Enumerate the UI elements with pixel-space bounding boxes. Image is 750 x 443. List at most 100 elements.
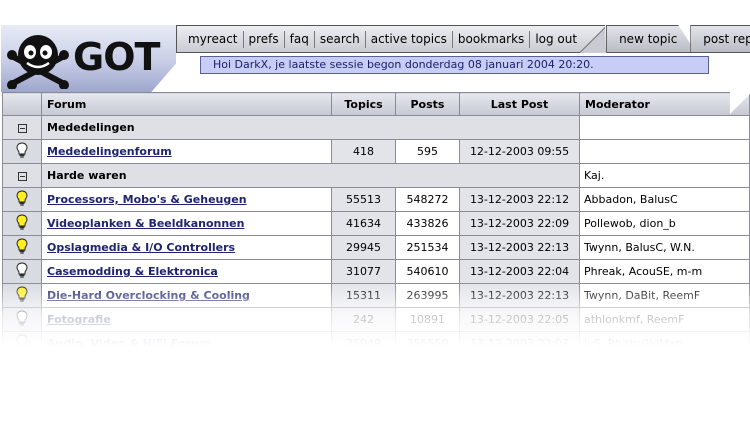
user-menu: myreact prefs faq search active topics b… [176,25,606,53]
lightbulb-off-icon [2,331,42,352]
forum-posts: 263995 [395,283,460,308]
forum-link[interactable]: Opslagmedia & I/O Controllers [47,241,235,254]
forum-name-cell: Processors, Mobo's & Geheugen [41,187,332,212]
collapse-icon[interactable] [17,171,27,181]
nav-active-topics[interactable]: active topics [365,31,452,48]
forum-last-post[interactable]: 13-12-2003 22:09 [459,211,580,236]
forum-link[interactable]: Mededelingenforum [47,145,172,158]
forum-name-cell: Mededelingenforum [41,139,332,164]
table-header-row: Forum Topics Posts Last Post Moderator [2,92,750,116]
category-toggle[interactable] [2,163,42,188]
forum-moderator: Abbadon, BalusC [579,187,750,212]
forum-posts: 10891 [395,307,460,332]
header-forum: Forum [41,92,332,116]
forum-topics: 35949 [331,331,396,352]
logo-wordmark: GOT [73,35,160,79]
forum-last-post[interactable]: 12-12-2003 09:55 [459,139,580,164]
forum-posts: 251534 [395,235,460,260]
header-moderator: Moderator [579,92,750,116]
forum-moderator: athlonkmf, ReemF [579,307,750,332]
forum-topics: 41634 [331,211,396,236]
lightbulb-on-icon [2,283,42,308]
forum-last-post[interactable]: 13-12-2003 22:13 [459,283,580,308]
forum-row: Processors, Mobo's & Geheugen 55513 548272… [2,187,750,212]
forum-moderator: Phreak, AcouSE, m-m [579,259,750,284]
forum-last-post[interactable]: 13-12-2003 22:12 [459,187,580,212]
nav-myreact[interactable]: myreact [183,31,243,48]
post-reply-button[interactable]: post reply [690,25,750,53]
welcome-message: Hoi DarkX, je laatste sessie begon donde… [200,56,709,74]
forum-row: Die-Hard Overclocking & Cooling 15311 2639… [2,283,750,308]
forum-topics: 29945 [331,235,396,260]
forum-topics: 55513 [331,187,396,212]
collapse-icon[interactable] [17,123,27,133]
nav-log-out[interactable]: log out [529,31,582,48]
forum-rows: Mededelingen Mededelingenforum 418 595 12-12… [2,115,750,352]
forum-posts: 433826 [395,211,460,236]
header-last-post: Last Post [459,92,580,116]
got-mascot-icon [7,35,69,89]
forum-posts: 548272 [395,187,460,212]
forum-row: Videoplanken & Beeldkanonnen 41634 433826 1… [2,211,750,236]
header-topics: Topics [331,92,396,116]
forum-posts: 540610 [395,259,460,284]
forum-row: Casemodding & Elektronica 31077 540610 13-1… [2,259,750,284]
forum-topics: 15311 [331,283,396,308]
forum-row: Fotografie 242 10891 13-12-2003 22:05 athlon… [2,307,750,332]
category-moderator: Kaj. [579,163,750,188]
forum-name-cell: Audio, Video & HiFi Forum [41,331,332,352]
forum-moderator: Twynn, BalusC, W.N. [579,235,750,260]
nav-prefs[interactable]: prefs [243,31,284,48]
category-toggle[interactable] [2,115,42,140]
forum-name-cell: Videoplanken & Beeldkanonnen [41,211,332,236]
forum-topics: 31077 [331,259,396,284]
forum-moderator: Pollewob, dion_b [579,211,750,236]
lightbulb-on-icon [2,211,42,236]
forum-posts: 595 [395,139,460,164]
forum-moderator: JvS, RhittyOldMan [579,331,750,352]
forum-name-cell: Casemodding & Elektronica [41,259,332,284]
forum-link[interactable]: Fotografie [47,313,111,326]
category-row: Mededelingen [2,115,750,140]
forum-topics: 418 [331,139,396,164]
forum-last-post[interactable]: 13-12-2003 22:07 [459,331,580,352]
forum-link[interactable]: Audio, Video & HiFi Forum [47,337,210,350]
forum-last-post[interactable]: 13-12-2003 22:04 [459,259,580,284]
table-corner [730,92,750,116]
forum-last-post[interactable]: 13-12-2003 22:05 [459,307,580,332]
category-name: Mededelingen [41,115,580,140]
lightbulb-on-icon [2,235,42,260]
category-row: Harde waren Kaj. [2,163,750,188]
new-topic-button[interactable]: new topic [606,25,696,53]
forum-posts: 355559 [395,331,460,352]
header-icon-column [2,92,42,116]
category-moderator [579,115,750,140]
forum-name-cell: Die-Hard Overclocking & Cooling [41,283,332,308]
lightbulb-off-icon [2,139,42,164]
forum-topics: 242 [331,307,396,332]
forum-last-post[interactable]: 13-12-2003 22:13 [459,235,580,260]
forum-table: Forum Topics Posts Last Post Moderator M… [2,92,750,352]
forum-link[interactable]: Die-Hard Overclocking & Cooling [47,289,250,302]
nav-bookmarks[interactable]: bookmarks [452,31,529,48]
header-posts: Posts [395,92,460,116]
forum-link[interactable]: Videoplanken & Beeldkanonnen [47,217,244,230]
nav-faq[interactable]: faq [284,31,314,48]
forum-moderator: Twynn, DaBit, ReemF [579,283,750,308]
site-logo[interactable]: GOT [0,24,176,92]
forum-list: Forum Topics Posts Last Post Moderator M… [2,92,750,352]
nav-search[interactable]: search [314,31,365,48]
lightbulb-on-icon [2,187,42,212]
forum-moderator [579,139,750,164]
lightbulb-off-icon [2,259,42,284]
forum-name-cell: Opslagmedia & I/O Controllers [41,235,332,260]
forum-name-cell: Fotografie [41,307,332,332]
top-navigation: myreact prefs faq search active topics b… [176,25,750,53]
forum-link[interactable]: Casemodding & Elektronica [47,265,218,278]
category-name: Harde waren [41,163,580,188]
forum-row: Audio, Video & HiFi Forum 35949 355559 13-1… [2,331,750,352]
lightbulb-off-icon [2,307,42,332]
forum-row: Opslagmedia & I/O Controllers 29945 251534… [2,235,750,260]
forum-row: Mededelingenforum 418 595 12-12-2003 09:55 [2,139,750,164]
forum-link[interactable]: Processors, Mobo's & Geheugen [47,193,247,206]
